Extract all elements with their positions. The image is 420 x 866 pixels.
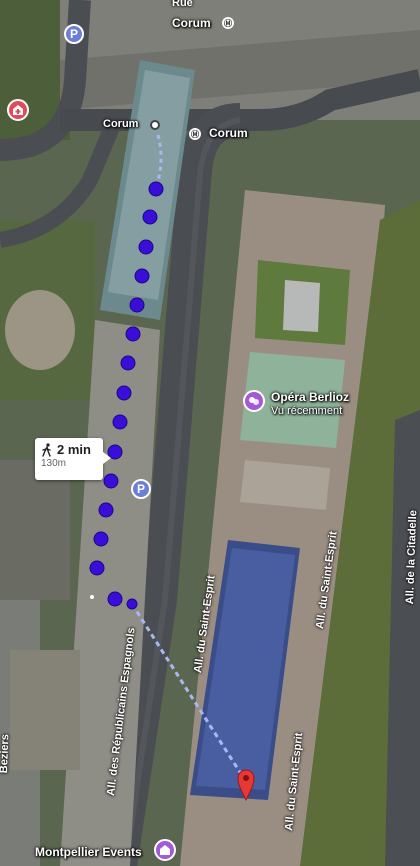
stop-dot-icon [150,120,160,130]
metro-station-icon[interactable]: Ⓜ [189,128,201,140]
place-label-opera-sub: Vu récemment [271,405,343,417]
parking-icon[interactable]: P [131,479,151,499]
theater-icon[interactable] [243,390,265,412]
walking-person-icon [42,442,51,457]
venue-icon[interactable] [154,839,176,861]
walk-duration: 2 min [57,442,91,457]
walk-duration-callout[interactable]: 2 min 130m [35,438,111,480]
parking-icon[interactable]: P [64,24,84,44]
place-label-corum-stop[interactable]: Corum [103,118,138,130]
street-label-left-edge: Beziers [0,733,12,774]
place-label-corum-top[interactable]: Corum [172,16,211,30]
place-label-events[interactable]: Montpellier Events [35,845,142,859]
place-label-opera-title[interactable]: Opéra Berlioz [271,390,349,404]
hospital-icon[interactable] [7,99,29,121]
street-label-top: Rue [172,0,193,9]
walk-distance: 130m [41,458,67,469]
metro-icon[interactable]: Ⓜ [222,17,234,29]
place-label-corum-station[interactable]: Corum [209,126,248,140]
